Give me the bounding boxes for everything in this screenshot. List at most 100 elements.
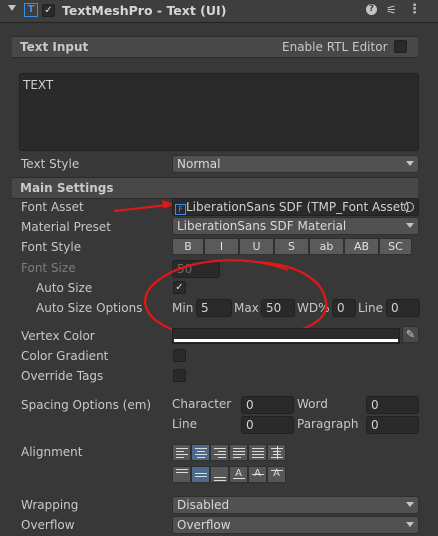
preset-sliders-icon[interactable]: ⚟	[386, 3, 397, 17]
vertex-color-label: Vertex Color	[21, 329, 95, 343]
align-baseline-icon[interactable]: A	[229, 466, 248, 483]
align-left-icon[interactable]	[172, 444, 191, 461]
max-size-field[interactable]: 50	[261, 299, 295, 317]
material-preset-label: Material Preset	[21, 220, 111, 234]
line-spacing-adj-value: 0	[391, 301, 399, 315]
font-asset-value: LiberationSans SDF (TMP_Font Asset)	[186, 200, 410, 214]
material-preset-dropdown[interactable]: LiberationSans SDF Material	[172, 217, 419, 235]
overflow-value: Overflow	[177, 518, 231, 532]
auto-size-checkbox[interactable]: ✓	[173, 281, 186, 294]
main-settings-title: Main Settings	[20, 181, 114, 195]
vertical-alignment-buttons: A A A	[172, 466, 286, 483]
font-style-buttons: B I U S ab AB SC	[172, 238, 412, 255]
material-preset-value: LiberationSans SDF Material	[177, 219, 347, 233]
text-style-label: Text Style	[21, 157, 80, 171]
character-spacing-label: Character	[172, 397, 232, 411]
word-spacing-label: Word	[297, 397, 328, 411]
auto-size-label: Auto Size	[36, 281, 93, 295]
chevron-down-icon	[406, 502, 414, 507]
collapse-arrow-icon[interactable]	[8, 5, 16, 11]
more-options-icon[interactable]: ⋮	[408, 2, 421, 17]
overflow-dropdown[interactable]: Overflow	[172, 516, 419, 534]
enable-rtl-label: Enable RTL Editor	[282, 40, 388, 54]
component-header: T ✓ TextMeshPro - Text (UI) ? ⚟ ⋮	[0, 0, 438, 23]
eyedropper-icon[interactable]: ✎	[402, 326, 419, 343]
min-label: Min	[172, 301, 194, 315]
smallcaps-button[interactable]: SC	[379, 238, 412, 255]
strikethrough-button[interactable]: S	[274, 238, 309, 255]
line-spacing-field[interactable]: 0	[241, 416, 294, 434]
component-title: TextMeshPro - Text (UI)	[62, 3, 227, 18]
max-size-value: 50	[266, 301, 282, 315]
color-gradient-checkbox[interactable]	[173, 349, 186, 362]
wrapping-dropdown[interactable]: Disabled	[172, 496, 419, 514]
align-middle-icon[interactable]	[191, 466, 210, 483]
text-input-section-header: Text Input Enable RTL Editor	[12, 36, 418, 58]
overflow-label: Overflow	[21, 518, 75, 532]
min-size-field[interactable]: 5	[196, 299, 232, 317]
word-spacing-field[interactable]: 0	[366, 396, 419, 414]
help-icon[interactable]: ?	[366, 4, 377, 15]
checkmark-icon: ✓	[175, 282, 184, 293]
alignment-label: Alignment	[21, 445, 83, 459]
text-style-dropdown[interactable]: Normal	[172, 155, 419, 173]
paragraph-spacing-field[interactable]: 0	[366, 416, 419, 434]
paragraph-spacing-label: Paragraph	[297, 417, 359, 431]
text-input-title: Text Input	[20, 40, 89, 54]
align-bottom-icon[interactable]	[210, 466, 229, 483]
line-spacing-label: Line	[172, 417, 198, 431]
auto-size-options-label: Auto Size Options	[36, 301, 143, 315]
text-style-value: Normal	[177, 157, 221, 171]
bold-button[interactable]: B	[172, 238, 204, 255]
font-size-field[interactable]: 50	[172, 260, 220, 278]
paragraph-spacing-value: 0	[371, 418, 379, 432]
vertex-color-swatch[interactable]	[172, 328, 400, 344]
word-spacing-value: 0	[371, 398, 379, 412]
wd-field[interactable]: 0	[332, 299, 356, 317]
uppercase-button[interactable]: AB	[344, 238, 379, 255]
font-asset-icon: F	[175, 204, 186, 215]
align-capline-icon[interactable]: A	[267, 466, 286, 483]
annotation-arrow	[113, 200, 174, 213]
textmeshpro-component-icon: T	[24, 3, 38, 17]
text-input-area[interactable]: TEXT	[19, 73, 419, 151]
align-top-icon[interactable]	[172, 466, 191, 483]
italic-button[interactable]: I	[204, 238, 239, 255]
font-size-label: Font Size	[21, 261, 76, 275]
lowercase-button[interactable]: ab	[309, 238, 344, 255]
align-right-icon[interactable]	[210, 444, 229, 461]
line-spacing-value: 0	[246, 418, 254, 432]
wd-label: WD%	[297, 301, 330, 315]
align-justified-icon[interactable]	[229, 444, 248, 461]
horizontal-alignment-buttons	[172, 444, 286, 461]
font-style-label: Font Style	[21, 240, 82, 254]
align-midline-icon[interactable]: A	[248, 466, 267, 483]
wrapping-value: Disabled	[177, 498, 230, 512]
component-enabled-checkbox[interactable]: ✓	[42, 4, 55, 17]
override-tags-label: Override Tags	[21, 369, 104, 383]
color-gradient-label: Color Gradient	[21, 349, 109, 363]
character-spacing-value: 0	[246, 398, 254, 412]
min-size-value: 5	[201, 301, 209, 315]
text-input-value: TEXT	[23, 78, 54, 92]
object-picker-icon[interactable]	[404, 202, 414, 212]
spacing-options-label: Spacing Options (em)	[21, 398, 152, 412]
override-tags-checkbox[interactable]	[173, 369, 186, 382]
underline-button[interactable]: U	[239, 238, 274, 255]
chevron-down-icon	[406, 522, 414, 527]
wd-value: 0	[337, 301, 345, 315]
max-label: Max	[234, 301, 259, 315]
align-center-icon[interactable]	[191, 444, 210, 461]
font-asset-label: Font Asset	[21, 200, 84, 214]
main-settings-section-header: Main Settings	[12, 177, 418, 199]
character-spacing-field[interactable]: 0	[241, 396, 294, 414]
line-spacing-adj-label: Line	[358, 301, 384, 315]
font-size-value: 50	[177, 262, 193, 276]
enable-rtl-checkbox[interactable]	[394, 40, 407, 53]
font-asset-field[interactable]: F LiberationSans SDF (TMP_Font Asset)	[172, 198, 419, 216]
color-preview-bar	[174, 339, 398, 342]
align-flush-icon[interactable]	[248, 444, 267, 461]
line-spacing-adj-field[interactable]: 0	[386, 299, 420, 317]
align-geometry-center-icon[interactable]	[267, 444, 286, 461]
chevron-down-icon	[406, 161, 414, 166]
